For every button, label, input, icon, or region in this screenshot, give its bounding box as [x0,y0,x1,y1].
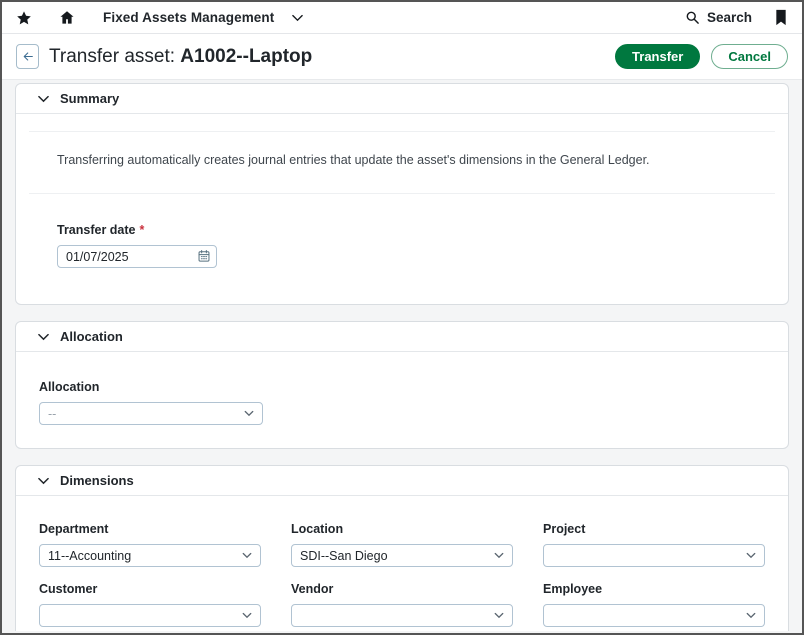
summary-section: Summary Transferring automatically creat… [15,83,789,305]
department-select[interactable]: 11--Accounting [39,544,261,567]
dimensions-section: Dimensions Department 11--Accounting Loc… [15,465,789,631]
project-label: Project [543,522,585,536]
asset-name: A1002--Laptop [180,46,312,67]
location-field: Location SDI--San Diego [291,520,513,567]
page-header: Transfer asset: A1002--Laptop Transfer C… [2,34,802,80]
dimensions-body: Department 11--Accounting Location SDI--… [16,496,788,627]
allocation-section-title: Allocation [60,329,123,344]
transfer-button[interactable]: Transfer [615,44,700,69]
cancel-button[interactable]: Cancel [711,44,788,69]
summary-section-title: Summary [60,91,119,106]
customer-label: Customer [39,582,97,596]
chevron-down-icon [38,333,49,341]
divider [29,131,775,132]
calendar-icon [197,249,211,263]
location-select-value: SDI--San Diego [300,549,388,563]
department-field: Department 11--Accounting [39,520,261,567]
project-select[interactable] [543,544,765,567]
search-label: Search [707,10,752,25]
back-arrow-icon [21,50,35,63]
transfer-date-field: Transfer date * [57,221,747,268]
vendor-select[interactable] [291,604,513,627]
chevron-down-icon [242,552,252,559]
chevron-down-icon [494,612,504,619]
star-icon [16,10,32,26]
location-select[interactable]: SDI--San Diego [291,544,513,567]
vendor-field: Vendor [291,580,513,627]
department-label: Department [39,522,108,536]
bookmark-icon [774,9,788,26]
chevron-down-icon [244,410,254,417]
app-name: Fixed Assets Management [103,10,274,25]
summary-info-text: Transferring automatically creates journ… [57,152,747,168]
calendar-picker-button[interactable] [197,249,211,263]
global-search-button[interactable]: Search [685,10,752,25]
required-asterisk: * [140,223,145,237]
chevron-down-icon [274,14,303,22]
back-button[interactable] [16,44,39,69]
customer-field: Customer [39,580,261,627]
home-icon [58,9,76,26]
allocation-body: Allocation -- [16,352,788,452]
page-content: Summary Transferring automatically creat… [2,80,802,631]
vendor-label: Vendor [291,582,333,596]
chevron-down-icon [38,477,49,485]
allocation-section-header[interactable]: Allocation [16,322,788,352]
bookmark-button[interactable] [774,9,788,26]
chevron-down-icon [746,552,756,559]
allocation-label: Allocation [39,380,99,394]
department-select-value: 11--Accounting [48,549,131,563]
header-actions: Transfer Cancel [615,44,788,69]
chevron-down-icon [38,95,49,103]
chevron-down-icon [494,552,504,559]
location-label: Location [291,522,343,536]
customer-select[interactable] [39,604,261,627]
allocation-select[interactable]: -- [39,402,263,425]
dimensions-section-title: Dimensions [60,473,134,488]
app-switcher-menu[interactable]: Fixed Assets Management [103,10,303,25]
favorites-button[interactable] [16,10,32,26]
topbar-right-group: Search [685,9,788,26]
chevron-down-icon [746,612,756,619]
page-title: Transfer asset: A1002--Laptop [49,46,312,68]
project-field: Project [543,520,765,567]
employee-field: Employee [543,580,765,627]
employee-label: Employee [543,582,602,596]
home-button[interactable] [58,9,76,26]
page-title-prefix: Transfer asset: [49,46,180,67]
divider [29,193,775,194]
employee-select[interactable] [543,604,765,627]
chevron-down-icon [242,612,252,619]
top-nav-bar: Fixed Assets Management Search [2,2,802,34]
allocation-select-value: -- [48,407,56,421]
dimensions-section-header[interactable]: Dimensions [16,466,788,496]
transfer-date-label: Transfer date [57,223,136,237]
transfer-date-input-wrap [57,245,217,268]
transfer-asset-page: Fixed Assets Management Search [0,0,804,635]
transfer-date-input[interactable] [57,245,217,268]
summary-section-header[interactable]: Summary [16,84,788,114]
search-icon [685,10,700,25]
allocation-section: Allocation Allocation -- [15,321,789,449]
